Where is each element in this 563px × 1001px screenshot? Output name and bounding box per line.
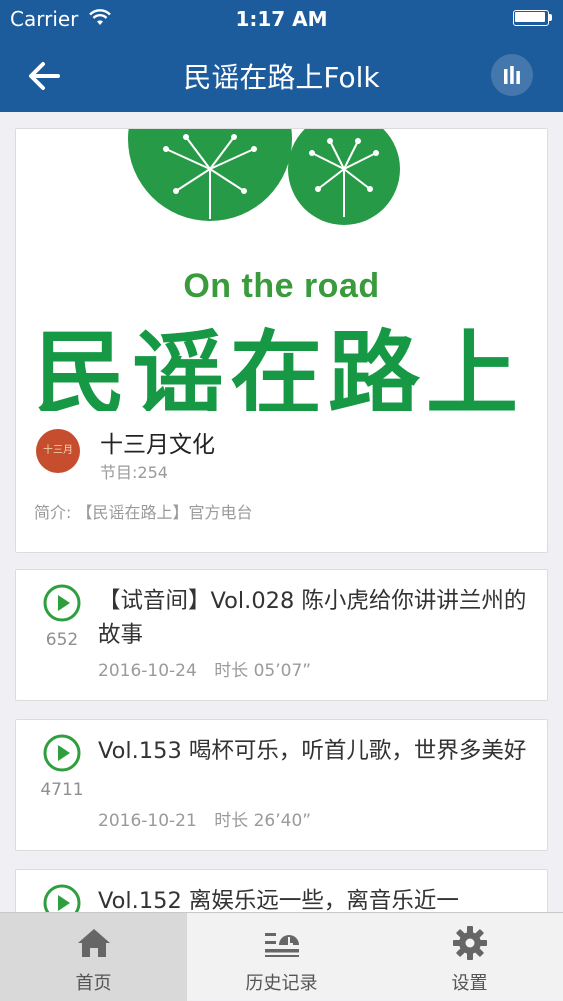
banner-subtitle: On the road bbox=[183, 267, 380, 305]
status-bar: Carrier 1:17 AM bbox=[0, 0, 563, 38]
play-icon[interactable] bbox=[43, 884, 81, 912]
clock: 1:17 AM bbox=[235, 7, 328, 31]
episode-title: Vol.152 离娱乐远一些，离音乐近一 bbox=[98, 888, 459, 912]
episode-duration: 时长 05’07” bbox=[214, 661, 312, 681]
album-card[interactable]: On the road 民谣在路上 十三月 十三月文化 节目:254 简介: 【… bbox=[15, 128, 548, 553]
publisher-name: 十三月文化 bbox=[100, 432, 215, 458]
episode-meta: 2016-10-24 时长 05’07” bbox=[98, 656, 311, 681]
banner-title: 民谣在路上 bbox=[34, 321, 525, 412]
album-banner: On the road 民谣在路上 bbox=[16, 129, 547, 411]
episode-item[interactable]: Vol.152 离娱乐远一些，离音乐近一 bbox=[15, 869, 548, 912]
episode-date: 2016-10-21 bbox=[98, 811, 197, 831]
album-intro: 简介: 【民谣在路上】官方电台 bbox=[34, 503, 253, 522]
tab-label: 设置 bbox=[451, 973, 488, 994]
now-playing-button[interactable] bbox=[491, 54, 533, 96]
play-count: 652 bbox=[45, 630, 79, 650]
equalizer-icon bbox=[504, 66, 520, 84]
play-icon[interactable] bbox=[43, 584, 81, 622]
episode-item[interactable]: 652 【试音间】Vol.028 陈小虎给你讲讲兰州的故事 2016-10-24… bbox=[15, 569, 548, 701]
header: Carrier 1:17 AM 民谣在路上Folk bbox=[0, 0, 563, 112]
episode-meta: 2016-10-21 时长 26’40” bbox=[98, 806, 311, 831]
episode-date: 2016-10-24 bbox=[98, 661, 197, 681]
tab-home[interactable]: 首页 bbox=[0, 913, 187, 1001]
episode-title: Vol.153 喝杯可乐，听首儿歌，世界多美好 bbox=[98, 738, 527, 764]
program-count: 节目:254 bbox=[100, 463, 168, 482]
tab-history[interactable]: 历史记录 bbox=[188, 913, 375, 1001]
nav-bar: 民谣在路上Folk bbox=[0, 38, 563, 112]
publisher-logo: 十三月 bbox=[36, 429, 80, 473]
tab-settings[interactable]: 设置 bbox=[376, 913, 563, 1001]
play-count: 4711 bbox=[40, 780, 84, 800]
tab-bar: 首页 历史记录 设置 bbox=[0, 912, 563, 1001]
battery-icon bbox=[513, 10, 553, 26]
page-title: 民谣在路上Folk bbox=[183, 61, 380, 94]
episode-title: 【试音间】Vol.028 陈小虎给你讲讲兰州的故事 bbox=[98, 588, 527, 648]
tab-label: 历史记录 bbox=[245, 973, 318, 994]
gear-icon bbox=[452, 926, 487, 960]
episode-duration: 时长 26’40” bbox=[214, 811, 312, 831]
home-icon bbox=[77, 929, 110, 957]
tab-label: 首页 bbox=[75, 973, 112, 994]
play-icon[interactable] bbox=[43, 734, 81, 772]
episode-item[interactable]: 4711 Vol.153 喝杯可乐，听首儿歌，世界多美好 2016-10-21 … bbox=[15, 719, 548, 851]
history-icon bbox=[264, 933, 299, 957]
content-scroll[interactable]: On the road 民谣在路上 十三月 十三月文化 节目:254 简介: 【… bbox=[0, 112, 563, 912]
